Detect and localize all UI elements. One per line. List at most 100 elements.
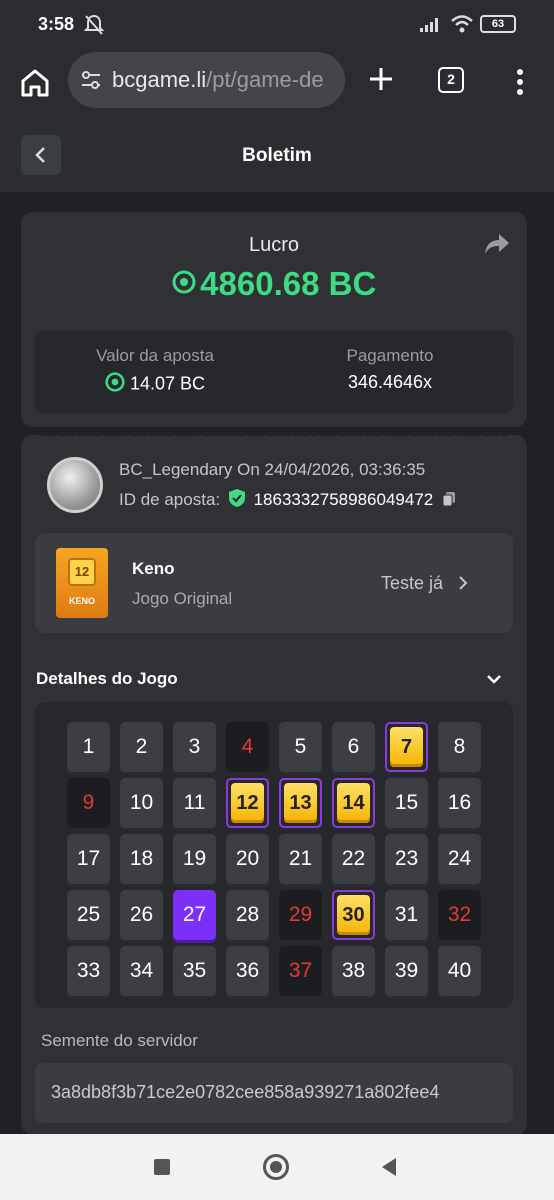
recents-button[interactable] xyxy=(154,1159,170,1175)
new-tab-icon[interactable] xyxy=(366,64,396,94)
keno-cell-1: 1 xyxy=(67,722,110,772)
bet-id-row: ID de aposta: 1863332758986049472 xyxy=(119,488,456,513)
game-details-title: Detalhes do Jogo xyxy=(36,669,178,688)
keno-cell-26: 26 xyxy=(120,890,163,940)
keno-cell-18: 18 xyxy=(120,834,163,884)
profit-card: Lucro 4860.68 BC Valor da aposta 14.07 B… xyxy=(21,212,527,427)
thumbnail-label: KENO xyxy=(68,596,95,606)
keno-cell-27: 27 xyxy=(173,890,216,940)
signal-icon xyxy=(420,16,442,37)
share-icon[interactable] xyxy=(483,232,511,256)
chevron-right-icon xyxy=(458,575,468,596)
avatar[interactable] xyxy=(47,457,103,513)
keno-cell-8: 8 xyxy=(438,722,481,772)
url-text: bcgame.li/pt/game-de xyxy=(112,67,324,93)
bc-coin-icon xyxy=(105,372,125,397)
keno-cell-37: 37 xyxy=(279,946,322,996)
bet-stats: Valor da aposta 14.07 BC Pagamento 346.4… xyxy=(35,330,513,414)
keno-cell-20: 20 xyxy=(226,834,269,884)
ticket-divider xyxy=(41,433,507,437)
game-info-card[interactable]: 12 KENO Keno Jogo Original Teste já xyxy=(35,533,513,633)
bet-details-card: BC_Legendary On 24/04/2026, 03:36:35 ID … xyxy=(21,433,527,1135)
profit-row: 4860.68 BC xyxy=(21,265,527,303)
keno-hit-tile: 14 xyxy=(337,783,370,823)
keno-cell-11: 11 xyxy=(173,778,216,828)
bell-off-icon xyxy=(83,14,105,41)
user-timestamp: BC_Legendary On 24/04/2026, 03:36:35 xyxy=(119,460,426,479)
game-thumbnail: 12 KENO xyxy=(56,548,108,618)
payout-label: Pagamento xyxy=(346,346,434,365)
payout-value: 346.4646x xyxy=(347,372,433,392)
keno-cell-28: 28 xyxy=(226,890,269,940)
wifi-icon xyxy=(450,14,474,39)
more-menu-icon[interactable] xyxy=(510,68,530,96)
home-button[interactable] xyxy=(263,1154,289,1180)
keno-cell-6: 6 xyxy=(332,722,375,772)
keno-cell-23: 23 xyxy=(385,834,428,884)
keno-cell-7: 7 xyxy=(385,722,428,772)
game-name: Keno xyxy=(132,559,175,578)
url-host: bcgame.li xyxy=(112,67,207,92)
keno-cell-10: 10 xyxy=(120,778,163,828)
bet-amount-row: 14.07 BC xyxy=(75,372,235,397)
keno-cell-2: 2 xyxy=(120,722,163,772)
browser-toolbar: bcgame.li/pt/game-de 2 xyxy=(0,50,554,118)
keno-cell-31: 31 xyxy=(385,890,428,940)
chevron-down-icon[interactable] xyxy=(486,672,502,690)
url-bar[interactable]: bcgame.li/pt/game-de xyxy=(68,52,345,108)
copy-icon[interactable] xyxy=(442,491,456,512)
status-bar: 3:58 63 xyxy=(0,0,554,50)
keno-cell-12: 12 xyxy=(226,778,269,828)
keno-cell-29: 29 xyxy=(279,890,322,940)
keno-cell-17: 17 xyxy=(67,834,110,884)
keno-cell-35: 35 xyxy=(173,946,216,996)
keno-hit-tile: 7 xyxy=(390,727,423,767)
bc-coin-icon xyxy=(172,270,196,299)
server-seed-value: 3a8db8f3b71ce2e0782cee858a939271a802fee4 xyxy=(51,1082,440,1102)
bet-id-label: ID de aposta: xyxy=(119,490,221,509)
keno-cell-34: 34 xyxy=(120,946,163,996)
keno-cell-30: 30 xyxy=(332,890,375,940)
battery-icon: 63 xyxy=(480,15,516,33)
bet-id-value: 1863332758986049472 xyxy=(253,490,434,509)
server-seed-field[interactable]: 3a8db8f3b71ce2e0782cee858a939271a802fee4 xyxy=(35,1063,513,1123)
keno-grid: 1 2 3 4 5 6 7 8 9 10 11 12 13 14 15 16 17 18 19 20 21 22 23 24 2… xyxy=(67,722,481,996)
bet-amount-stat: Valor da aposta 14.07 BC xyxy=(75,346,235,397)
keno-cell-9: 9 xyxy=(67,778,110,828)
keno-hit-tile: 30 xyxy=(337,895,370,935)
url-path: /pt/game-de xyxy=(206,67,324,92)
thumbnail-tile: 12 xyxy=(68,558,96,586)
app-header: Boletim xyxy=(0,118,554,192)
try-now-label: Teste já xyxy=(381,573,444,593)
system-nav-bar xyxy=(0,1134,554,1200)
keno-cell-22: 22 xyxy=(332,834,375,884)
keno-cell-13: 13 xyxy=(279,778,322,828)
status-time: 3:58 xyxy=(38,14,75,34)
keno-cell-21: 21 xyxy=(279,834,322,884)
site-settings-icon[interactable] xyxy=(80,70,102,95)
keno-cell-5: 5 xyxy=(279,722,322,772)
keno-board: 1 2 3 4 5 6 7 8 9 10 11 12 13 14 15 16 17 18 19 20 21 22 23 24 2… xyxy=(35,702,513,1008)
home-icon[interactable] xyxy=(18,66,52,100)
keno-hit-tile: 13 xyxy=(284,783,317,823)
keno-cell-33: 33 xyxy=(67,946,110,996)
back-nav-button[interactable] xyxy=(380,1157,398,1182)
keno-cell-14: 14 xyxy=(332,778,375,828)
game-subtitle: Jogo Original xyxy=(132,589,233,608)
keno-cell-40: 40 xyxy=(438,946,481,996)
bet-amount-label: Valor da aposta xyxy=(96,346,214,365)
verified-shield-icon xyxy=(228,488,246,513)
server-seed-label: Semente do servidor xyxy=(41,1031,198,1050)
keno-cell-39: 39 xyxy=(385,946,428,996)
try-now-button[interactable]: Teste já xyxy=(381,573,468,596)
keno-cell-4: 4 xyxy=(226,722,269,772)
profit-value: 4860.68 BC xyxy=(200,265,377,302)
keno-hit-tile: 12 xyxy=(231,783,264,823)
keno-cell-25: 25 xyxy=(67,890,110,940)
bet-amount-value: 14.07 BC xyxy=(129,373,206,394)
keno-cell-15: 15 xyxy=(385,778,428,828)
keno-cell-16: 16 xyxy=(438,778,481,828)
tab-switcher-button[interactable]: 2 xyxy=(438,67,464,93)
payout-stat: Pagamento 346.4646x xyxy=(305,346,475,393)
keno-cell-36: 36 xyxy=(226,946,269,996)
